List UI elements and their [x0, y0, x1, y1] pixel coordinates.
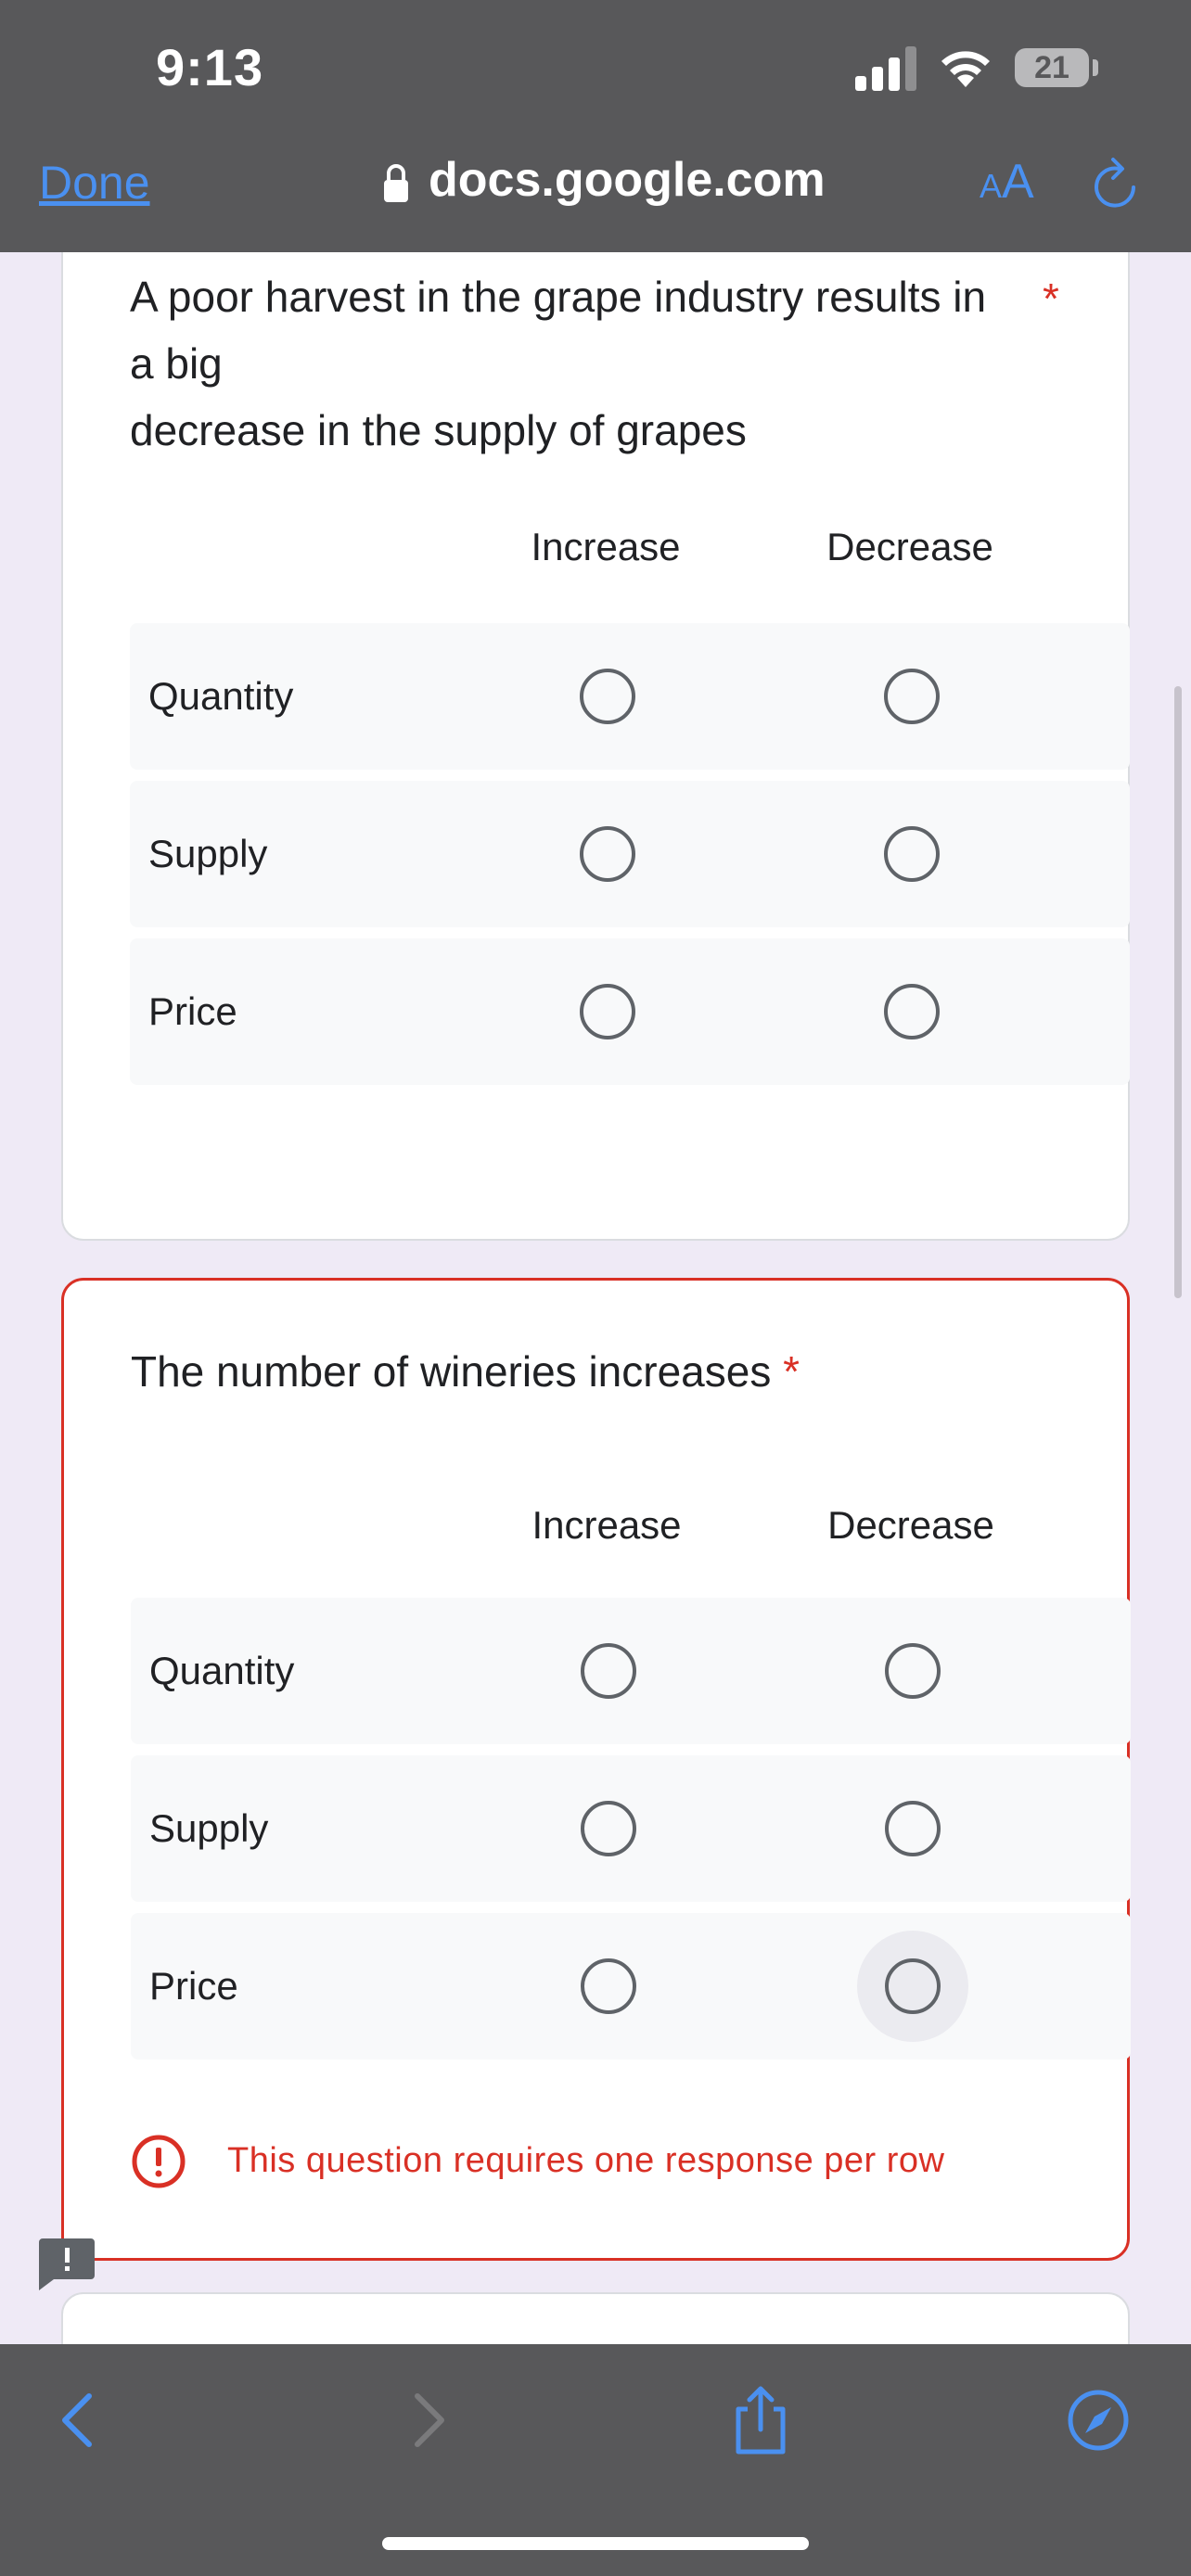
radio-decrease[interactable]: [885, 1801, 941, 1856]
row-label: Price: [149, 1964, 238, 2008]
column-header-decrease: Decrease: [826, 525, 993, 568]
row-label: Supply: [149, 1806, 269, 1850]
radio-increase[interactable]: [580, 984, 635, 1039]
reload-icon[interactable]: [1091, 156, 1143, 211]
question-title: The number of wineries increases *: [131, 1338, 800, 1405]
question-title-line: A poor harvest in the grape industry res…: [130, 273, 987, 321]
back-icon[interactable]: [43, 2383, 117, 2457]
question-card-error: The number of wineries increases * Incre…: [61, 1278, 1131, 2261]
row-label: Quantity: [148, 674, 294, 718]
error-icon: [132, 2135, 186, 2188]
battery-indicator: 21: [1015, 48, 1089, 87]
cellular-signal-icon: [855, 45, 922, 91]
radio-increase[interactable]: [580, 826, 635, 882]
url-field[interactable]: docs.google.com: [429, 152, 826, 208]
text-size-large: A: [1002, 155, 1034, 209]
grid-row-supply: Supply: [130, 781, 1130, 927]
grid-row-quantity: Quantity: [130, 623, 1130, 770]
lock-icon: [384, 164, 408, 202]
browser-top-bar: 9:13 21 Done docs.google.com AA: [0, 0, 1191, 252]
radio-increase[interactable]: [581, 1801, 636, 1856]
share-icon[interactable]: [724, 2383, 798, 2457]
radio-decrease[interactable]: [884, 669, 940, 724]
question-title-text: The number of wineries increases: [131, 1347, 772, 1396]
text-size-button[interactable]: AA: [980, 154, 1034, 210]
column-header-decrease: Decrease: [827, 1503, 994, 1547]
feedback-icon[interactable]: [37, 2237, 96, 2292]
grid-row-quantity: Quantity: [131, 1598, 1131, 1744]
forward-icon[interactable]: [390, 2383, 464, 2457]
question-title-line: decrease in the supply of grapes: [130, 406, 747, 454]
compass-icon[interactable]: [1061, 2383, 1135, 2457]
status-time: 9:13: [156, 38, 264, 96]
home-indicator: [382, 2537, 809, 2550]
row-label: Quantity: [149, 1649, 295, 1692]
required-asterisk: *: [1043, 274, 1059, 323]
question-card-next: [61, 2292, 1130, 2344]
radio-increase[interactable]: [581, 1643, 636, 1699]
grid-row-supply: Supply: [131, 1755, 1131, 1902]
question-card: A poor harvest in the grape industry res…: [61, 252, 1130, 1241]
radio-decrease[interactable]: [885, 1958, 941, 2014]
question-title-line: a big: [130, 339, 223, 388]
required-asterisk: *: [783, 1347, 800, 1396]
wifi-icon: [941, 51, 990, 87]
question-title: A poor harvest in the grape industry res…: [130, 263, 1057, 464]
radio-decrease[interactable]: [884, 826, 940, 882]
text-size-small: A: [980, 167, 1003, 205]
column-header-increase: Increase: [531, 1503, 682, 1547]
radio-increase[interactable]: [581, 1958, 636, 2014]
grid-row-price: Price: [130, 938, 1130, 1085]
radio-increase[interactable]: [580, 669, 635, 724]
error-message: This question requires one response per …: [227, 2141, 945, 2180]
scrollbar[interactable]: [1174, 686, 1182, 1298]
row-label: Supply: [148, 832, 268, 875]
done-button[interactable]: Done: [39, 156, 150, 210]
column-header-increase: Increase: [531, 525, 681, 568]
row-label: Price: [148, 989, 237, 1033]
grid-row-price: Price: [131, 1913, 1131, 2060]
radio-decrease[interactable]: [885, 1643, 941, 1699]
form-content: A poor harvest in the grape industry res…: [0, 252, 1191, 2344]
radio-decrease[interactable]: [884, 984, 940, 1039]
battery-nub: [1093, 59, 1098, 76]
